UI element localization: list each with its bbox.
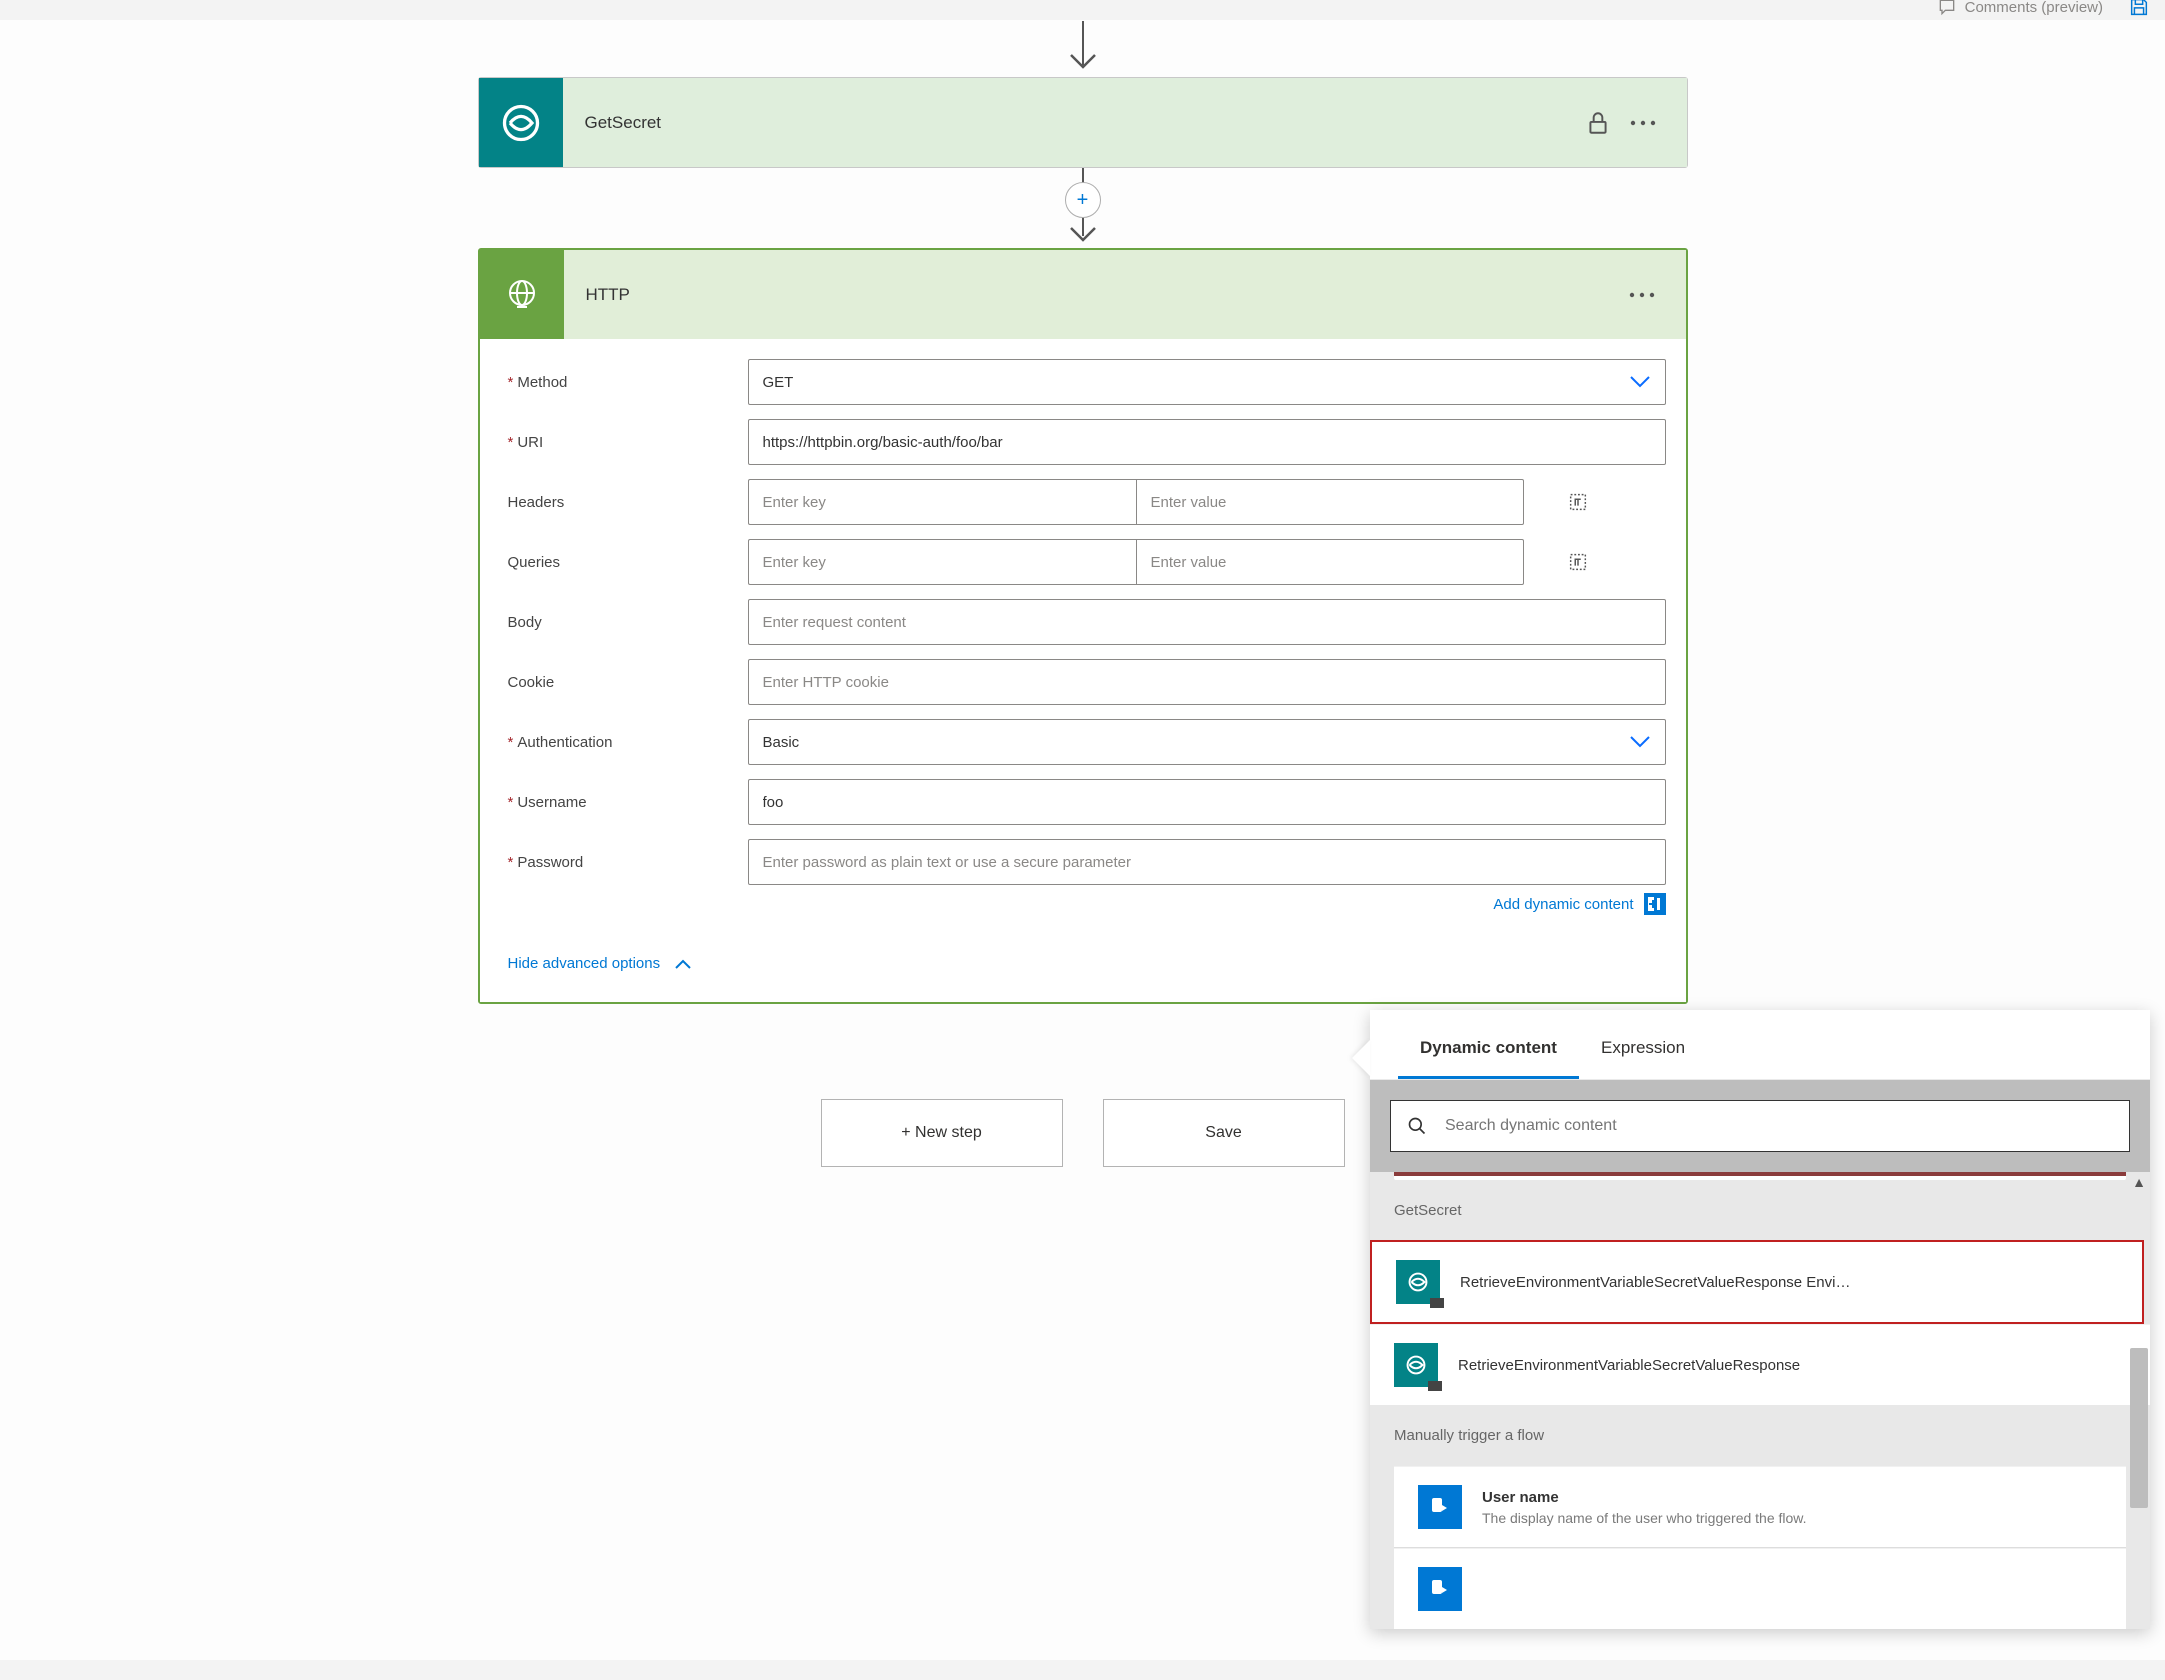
card-actions: [1628, 290, 1686, 300]
save-button[interactable]: Save: [1103, 1099, 1345, 1167]
dataverse-swirl-icon: [499, 101, 543, 145]
page-root: Comments (preview) GetSecret: [0, 0, 2165, 1660]
password-input[interactable]: [748, 839, 1666, 885]
comments-button[interactable]: Comments (preview): [1937, 0, 2103, 17]
label-method: Method: [500, 374, 748, 391]
scroll-up-icon[interactable]: ▲: [2132, 1174, 2146, 1190]
queries-key-input[interactable]: Enter key: [748, 539, 1136, 585]
tab-dynamic-content[interactable]: Dynamic content: [1398, 1024, 1579, 1079]
label-uri: URI: [500, 434, 748, 451]
dynamic-item-retrieve[interactable]: RetrieveEnvironmentVariableSecretValueRe…: [1370, 1324, 2150, 1405]
username-field[interactable]: [763, 780, 1651, 824]
action-card-http: HTTP Method GET: [478, 248, 1688, 1004]
dynamic-item-title: User name: [1482, 1489, 1807, 1506]
headers-key-input[interactable]: Enter key: [748, 479, 1136, 525]
dynamic-item-desc: The display name of the user who trigger…: [1482, 1510, 1807, 1526]
scrollbar[interactable]: [2130, 1198, 2148, 1629]
chevron-up-icon: [674, 958, 692, 970]
section-manual: Manually trigger a flow: [1370, 1405, 2150, 1466]
dynamic-tabs: Dynamic content Expression: [1370, 1010, 2150, 1080]
add-dynamic-icon: [1644, 893, 1666, 915]
label-username: Username: [500, 794, 748, 811]
http-config-body: Method GET URI: [480, 339, 1686, 1002]
headers-value-input[interactable]: Enter value: [1136, 479, 1524, 525]
more-icon[interactable]: [1629, 118, 1657, 128]
label-body: Body: [500, 614, 748, 631]
scrollbar-thumb[interactable]: [2130, 1348, 2148, 1508]
panel-notch: [1352, 1040, 1370, 1076]
label-authentication: Authentication: [500, 734, 748, 751]
card-title: GetSecret: [563, 113, 1585, 133]
cookie-field[interactable]: [763, 660, 1651, 704]
queries-bulk-button[interactable]: [1564, 548, 1592, 576]
tab-expression[interactable]: Expression: [1579, 1024, 1707, 1079]
body-input[interactable]: [748, 599, 1666, 645]
text-mode-icon: [1567, 551, 1589, 573]
flow-trigger-icon: [1418, 1485, 1462, 1529]
dynamic-item-username[interactable]: User name The display name of the user w…: [1394, 1466, 2126, 1548]
dataverse-icon: [1394, 1343, 1438, 1387]
dynamic-body: ▲ GetSecret RetrieveEnvironmentVariableS…: [1370, 1172, 2150, 1629]
globe-icon: [502, 275, 542, 315]
dataverse-icon: [479, 78, 563, 167]
add-dynamic-label: Add dynamic content: [1493, 896, 1633, 913]
flow-trigger-icon: [1418, 1567, 1462, 1611]
uri-input[interactable]: [748, 419, 1666, 465]
dataverse-icon: [1396, 1260, 1440, 1304]
label-cookie: Cookie: [500, 674, 748, 691]
chevron-down-icon: [1629, 735, 1651, 749]
body-field[interactable]: [763, 600, 1651, 644]
comment-icon: [1937, 0, 1957, 17]
card-header-getsecret: GetSecret: [479, 78, 1687, 167]
dynamic-item-retrieve-envi[interactable]: RetrieveEnvironmentVariableSecretValueRe…: [1370, 1240, 2144, 1324]
uri-field[interactable]: [763, 420, 1651, 464]
method-select[interactable]: GET: [748, 359, 1666, 405]
dynamic-item-partial[interactable]: [1394, 1548, 2126, 1629]
chevron-down-icon: [1629, 375, 1651, 389]
action-card-getsecret[interactable]: GetSecret: [478, 77, 1688, 168]
flow-canvas: GetSecret +: [0, 20, 2165, 1660]
card-title: HTTP: [564, 285, 1628, 305]
dynamic-search-wrap: [1370, 1080, 2150, 1172]
new-step-label: + New step: [901, 1124, 981, 1142]
top-meta-bar: Comments (preview): [1937, 0, 2165, 22]
dynamic-content-panel: Dynamic content Expression ▲ GetSecret: [1370, 1010, 2150, 1629]
username-input[interactable]: [748, 779, 1666, 825]
arrow-icon: [1063, 21, 1103, 77]
label-headers: Headers: [500, 494, 748, 511]
http-icon: [480, 250, 564, 339]
method-value: GET: [763, 374, 794, 391]
comments-label: Comments (preview): [1965, 0, 2103, 16]
lock-icon: [1585, 109, 1611, 137]
card-actions: [1585, 109, 1687, 137]
headers-bulk-button[interactable]: [1564, 488, 1592, 516]
authentication-value: Basic: [763, 734, 800, 751]
label-queries: Queries: [500, 554, 748, 571]
hide-advanced-label: Hide advanced options: [508, 955, 661, 972]
password-field[interactable]: [763, 840, 1651, 884]
save-icon[interactable]: [2128, 0, 2150, 18]
card-header-http[interactable]: HTTP: [480, 250, 1686, 339]
dynamic-search-input[interactable]: [1443, 1116, 2113, 1136]
save-label: Save: [1205, 1124, 1241, 1142]
hide-advanced-toggle[interactable]: Hide advanced options: [500, 955, 1666, 972]
queries-value-input[interactable]: Enter value: [1136, 539, 1524, 585]
new-step-button[interactable]: + New step: [821, 1099, 1063, 1167]
section-getsecret: GetSecret: [1370, 1180, 2150, 1241]
add-step-button[interactable]: +: [1065, 182, 1101, 218]
dynamic-search[interactable]: [1390, 1100, 2130, 1152]
search-icon: [1407, 1116, 1427, 1136]
add-dynamic-content-link[interactable]: Add dynamic content: [1493, 893, 1665, 915]
more-icon[interactable]: [1628, 290, 1656, 300]
authentication-select[interactable]: Basic: [748, 719, 1666, 765]
text-mode-icon: [1567, 491, 1589, 513]
dynamic-item-label: RetrieveEnvironmentVariableSecretValueRe…: [1458, 1357, 1800, 1374]
dynamic-item-label: RetrieveEnvironmentVariableSecretValueRe…: [1460, 1274, 1850, 1291]
cookie-input[interactable]: [748, 659, 1666, 705]
label-password: Password: [500, 854, 748, 871]
